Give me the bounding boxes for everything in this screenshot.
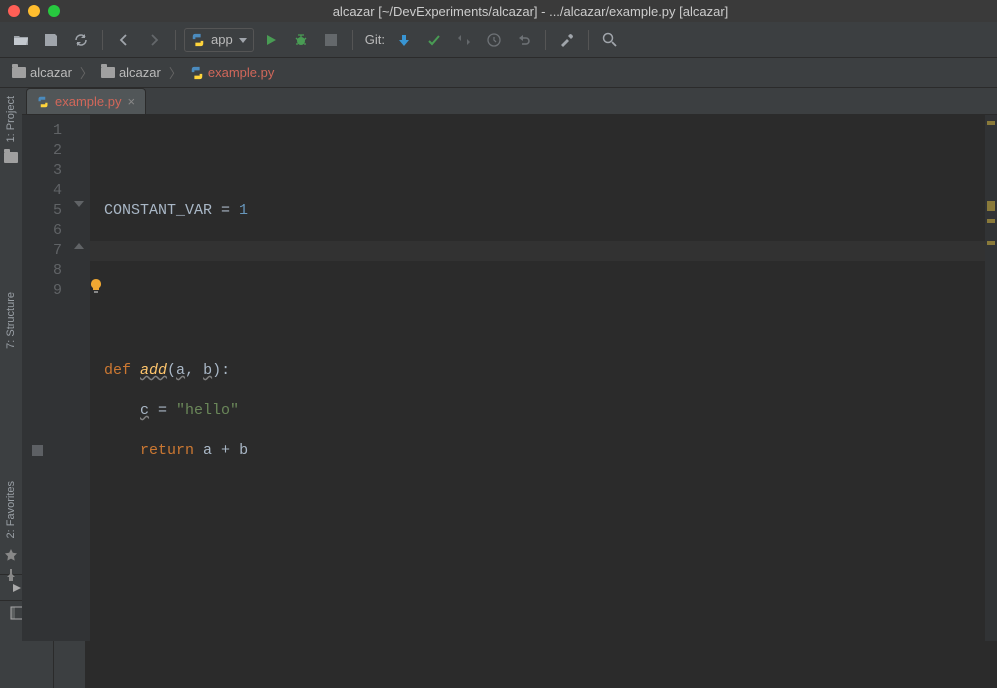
code-token: a: [203, 442, 212, 459]
code-token: [104, 442, 140, 459]
open-button[interactable]: [8, 27, 34, 53]
git-label: Git:: [365, 32, 385, 47]
code-token: a: [176, 362, 185, 379]
line-number: 2: [22, 141, 62, 161]
window-title: alcazar [~/DevExperiments/alcazar] - ...…: [72, 4, 989, 19]
window-controls: [8, 5, 60, 17]
left-tool-rail: 1: Project 7: Structure 2: Favorites: [0, 88, 22, 586]
line-number: 7: [22, 241, 62, 261]
run-config-label: app: [211, 32, 233, 47]
chevron-right-icon: 〉: [80, 63, 93, 82]
code-token: =: [149, 402, 176, 419]
code-token: ):: [212, 362, 230, 379]
refresh-button[interactable]: [68, 27, 94, 53]
git-update-button[interactable]: [391, 27, 417, 53]
folder-icon: [101, 67, 115, 78]
build-button[interactable]: [554, 27, 580, 53]
save-button[interactable]: [38, 27, 64, 53]
run-configuration-selector[interactable]: app: [184, 28, 254, 52]
star-icon: [4, 548, 18, 562]
stop-button[interactable]: [318, 27, 344, 53]
close-window-button[interactable]: [8, 5, 20, 17]
editor-tabs: example.py ×: [22, 88, 997, 115]
code-token: def: [104, 362, 140, 379]
line-number: 6: [22, 221, 62, 241]
python-file-icon: [190, 66, 204, 80]
line-number: 3: [22, 161, 62, 181]
fold-gutter: [72, 115, 90, 641]
project-tool-button[interactable]: 1: Project: [5, 92, 17, 146]
code-token: ,: [185, 362, 203, 379]
folder-icon: [12, 67, 26, 78]
line-number: 4: [22, 181, 62, 201]
git-compare-button[interactable]: [451, 27, 477, 53]
breadcrumb-folder-label: alcazar: [119, 65, 161, 80]
code-token: add: [140, 362, 167, 379]
code-token: CONSTANT_VAR: [104, 202, 212, 219]
breadcrumb-root[interactable]: alcazar: [8, 63, 76, 82]
line-number: 9: [22, 281, 62, 301]
python-icon: [191, 33, 205, 47]
breadcrumb-file[interactable]: example.py: [186, 63, 278, 82]
debug-button[interactable]: [288, 27, 314, 53]
titlebar: alcazar [~/DevExperiments/alcazar] - ...…: [0, 0, 997, 22]
tab-label: example.py: [55, 94, 121, 109]
folder-icon: [4, 152, 18, 163]
code-token: b: [203, 362, 212, 379]
code-token: =: [212, 202, 239, 219]
code-token: (: [167, 362, 176, 379]
git-revert-button[interactable]: [511, 27, 537, 53]
forward-button[interactable]: [141, 27, 167, 53]
code-token: return: [140, 442, 203, 459]
code-token: "hello": [176, 402, 239, 419]
code-token: +: [212, 442, 239, 459]
run-button[interactable]: [258, 27, 284, 53]
code-token: [104, 402, 140, 419]
git-history-button[interactable]: [481, 27, 507, 53]
git-commit-button[interactable]: [421, 27, 447, 53]
breadcrumb-bar: alcazar 〉 alcazar 〉 example.py: [0, 58, 997, 88]
code-content[interactable]: CONSTANT_VAR = 1 def add(a, b): c = "hel…: [90, 115, 997, 641]
tab-example-py[interactable]: example.py ×: [26, 88, 146, 114]
line-number: 8: [22, 261, 62, 281]
breadcrumb-folder[interactable]: alcazar: [97, 63, 165, 82]
search-button[interactable]: [597, 27, 623, 53]
code-token: 1: [239, 202, 248, 219]
pin-icon[interactable]: [4, 568, 18, 582]
maximize-window-button[interactable]: [48, 5, 60, 17]
fold-end-icon[interactable]: [74, 243, 84, 253]
chevron-right-icon: 〉: [169, 63, 182, 82]
breadcrumb-root-label: alcazar: [30, 65, 72, 80]
code-token: c: [140, 402, 149, 419]
error-stripe[interactable]: [985, 115, 997, 641]
code-editor[interactable]: 1 2 3 4 5 6 7 8 9 CONSTANT_VAR = 1 def a…: [22, 115, 997, 641]
main-toolbar: app Git:: [0, 22, 997, 58]
fold-start-icon[interactable]: [74, 201, 84, 211]
minimize-window-button[interactable]: [28, 5, 40, 17]
stop-run-button[interactable]: [28, 440, 48, 460]
line-number-gutter: 1 2 3 4 5 6 7 8 9: [22, 115, 72, 641]
editor-area: example.py × 1 2 3 4 5 6 7 8 9 C: [22, 88, 997, 384]
breadcrumb-file-label: example.py: [208, 65, 274, 80]
intention-bulb-icon[interactable]: [88, 238, 104, 254]
code-token: b: [239, 442, 248, 459]
structure-tool-button[interactable]: 7: Structure: [5, 288, 17, 353]
back-button[interactable]: [111, 27, 137, 53]
line-number: 1: [22, 121, 62, 141]
tab-close-button[interactable]: ×: [127, 94, 135, 109]
favorites-tool-button[interactable]: 2: Favorites: [5, 477, 17, 542]
python-file-icon: [37, 96, 49, 108]
chevron-down-icon: [239, 36, 247, 44]
line-number: 5: [22, 201, 62, 221]
